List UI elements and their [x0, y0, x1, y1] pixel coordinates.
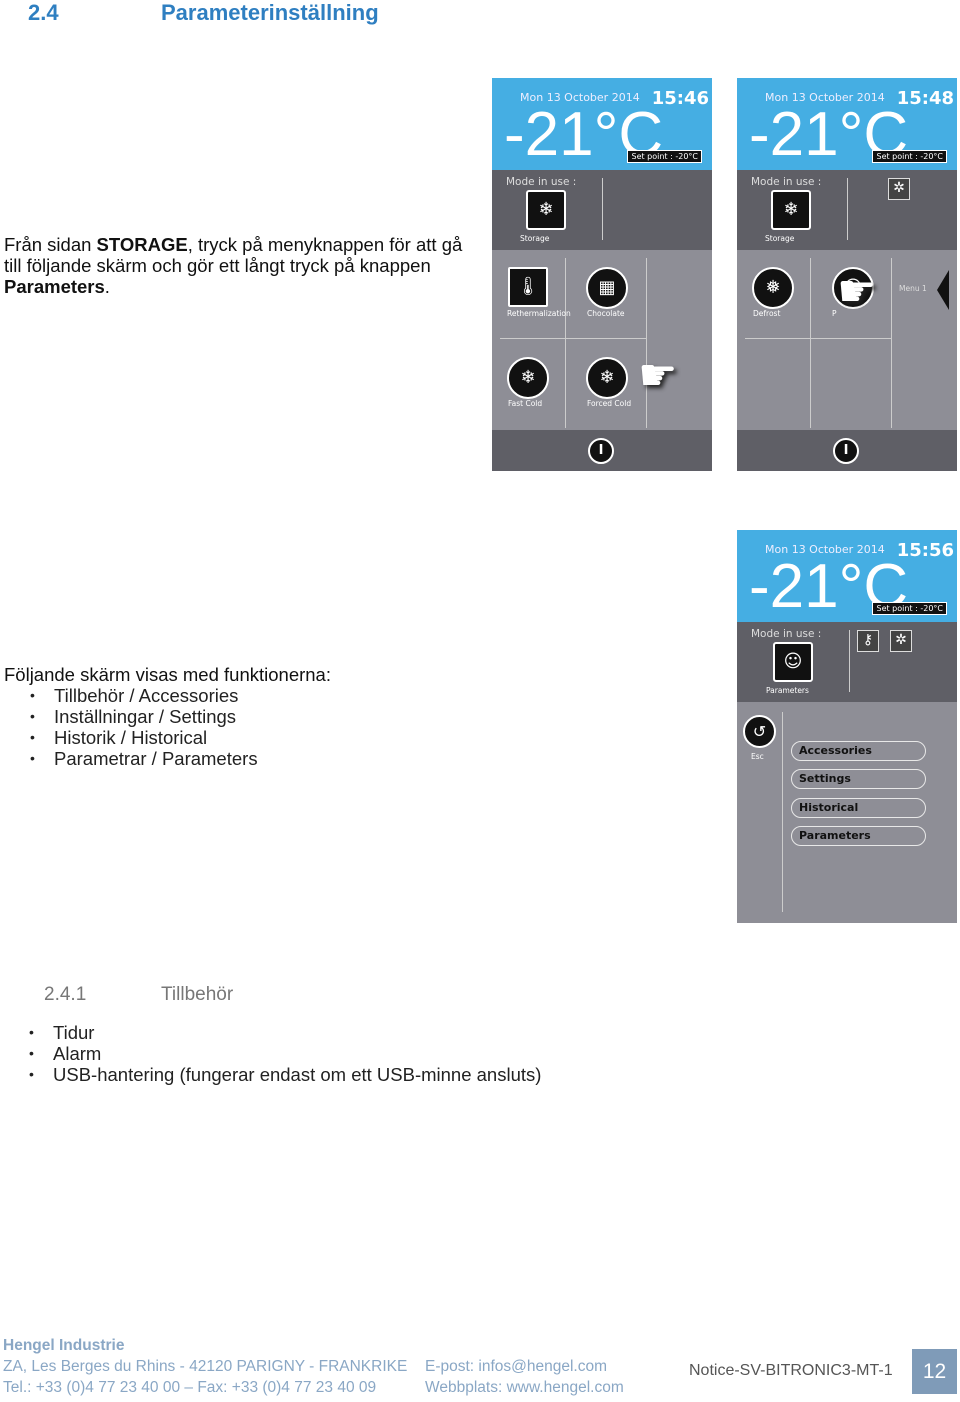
intro-text: Från sidan STORAGE, tryck på menyknappen…: [4, 234, 463, 297]
divider: [849, 630, 850, 692]
mode-name: Storage: [765, 234, 795, 243]
screen-menu: Mon 13 October 2014 15:48 -21°C Set poin…: [737, 78, 957, 471]
divider: [810, 258, 811, 428]
divider: [782, 712, 783, 912]
divider: [646, 258, 647, 428]
list-item: Tidur: [3, 1022, 541, 1043]
screen-header: Mon 13 October 2014 15:46 -21°C Set poin…: [492, 78, 712, 170]
esc-label: Esc: [751, 752, 764, 761]
menu-label: Menu 1: [899, 284, 927, 293]
mode-panel: Mode in use : ❄ Storage: [492, 170, 712, 250]
document-id: Notice-SV-BITRONIC3-MT-1: [689, 1362, 893, 1379]
list-item: Alarm: [3, 1043, 541, 1064]
list-item: Inställningar / Settings: [4, 706, 258, 727]
footer-email: E-post: infos@hengel.com: [425, 1358, 608, 1375]
usb-key-icon: ⚷: [857, 630, 879, 652]
menu-arrow-icon[interactable]: [937, 270, 949, 310]
mode-name: Storage: [520, 234, 550, 243]
fan-icon: ✲: [888, 178, 910, 200]
section-title: Parameterinställning: [161, 0, 379, 25]
list-item: Historik / Historical: [4, 727, 258, 748]
functions-intro: Följande skärm visas med funktionerna:: [4, 664, 331, 685]
list-item: Parametrar / Parameters: [4, 748, 258, 769]
accessories-button[interactable]: Accessories: [791, 741, 926, 761]
storage-icon[interactable]: ❄: [771, 190, 811, 230]
screen-header: Mon 13 October 2014 15:48 -21°C Set poin…: [737, 78, 957, 170]
parameters-button[interactable]: Parameters: [791, 826, 926, 846]
screen-storage: Mon 13 October 2014 15:46 -21°C Set poin…: [492, 78, 712, 471]
pointing-hand-icon: ☛: [638, 350, 678, 401]
fast-cold-icon[interactable]: ❄: [507, 357, 549, 399]
rethermalization-icon[interactable]: 🌡: [508, 267, 548, 307]
bottom-bar: I: [737, 430, 957, 471]
pointing-hand-icon: ☛: [837, 266, 877, 317]
parameters-mode-icon[interactable]: ☺: [773, 642, 813, 682]
screen-parameters: Mon 13 October 2014 15:56 -21°C Set poin…: [737, 530, 957, 923]
defrost-label: Defrost: [753, 309, 781, 318]
list-item: USB-hantering (fungerar endast om ett US…: [3, 1064, 541, 1085]
subsection-title: Tillbehör: [161, 984, 234, 1005]
esc-back-icon[interactable]: ↺: [743, 715, 776, 748]
power-icon[interactable]: I: [588, 438, 614, 464]
chocolate-label: Chocolate: [587, 309, 625, 318]
chocolate-icon[interactable]: ▦: [586, 267, 628, 309]
historical-button[interactable]: Historical: [791, 798, 926, 818]
functions-list: Tillbehör / Accessories Inställningar / …: [4, 685, 258, 769]
parameters-label: P: [832, 309, 837, 318]
storage-icon[interactable]: ❄: [526, 190, 566, 230]
mode-panel: Mode in use : ☺ Parameters ⚷ ✲: [737, 622, 957, 702]
power-icon[interactable]: I: [833, 438, 859, 464]
divider: [745, 338, 891, 339]
fast-cold-label: Fast Cold: [508, 399, 543, 408]
divider: [602, 178, 603, 240]
section-number: 2.4: [28, 0, 59, 25]
bottom-bar: I: [492, 430, 712, 471]
mode-name: Parameters: [766, 686, 809, 695]
divider: [847, 178, 848, 240]
setpoint: Set point : -20°C: [872, 150, 947, 163]
footer-address: ZA, Les Berges du Rhins - 42120 PARIGNY …: [3, 1358, 408, 1375]
mode-label: Mode in use :: [751, 628, 822, 640]
setpoint: Set point : -20°C: [872, 602, 947, 615]
setpoint: Set point : -20°C: [627, 150, 702, 163]
divider: [565, 258, 566, 428]
subsection-number: 2.4.1: [44, 984, 87, 1005]
accessories-list: Tidur Alarm USB-hantering (fungerar enda…: [3, 1022, 541, 1085]
divider: [891, 258, 892, 428]
list-item: Tillbehör / Accessories: [4, 685, 258, 706]
forced-cold-icon[interactable]: ❄: [586, 357, 628, 399]
footer-phone: Tel.: +33 (0)4 77 23 40 00 – Fax: +33 (0…: [3, 1379, 377, 1396]
mode-label: Mode in use :: [751, 176, 822, 188]
footer-web: Webbplats: www.hengel.com: [425, 1379, 624, 1396]
divider: [500, 338, 646, 339]
mode-panel: Mode in use : ❄ Storage ✲: [737, 170, 957, 250]
fan-icon: ✲: [890, 630, 912, 652]
mode-label: Mode in use :: [506, 176, 577, 188]
screen-header: Mon 13 October 2014 15:56 -21°C Set poin…: [737, 530, 957, 622]
defrost-icon[interactable]: ❅: [752, 267, 794, 309]
forced-cold-label: Forced Cold: [587, 399, 632, 408]
footer-company: Hengel Industrie: [3, 1337, 125, 1354]
rethermalization-label: Rethermalization: [507, 309, 571, 318]
settings-button[interactable]: Settings: [791, 769, 926, 789]
page-number: 12: [912, 1349, 957, 1394]
